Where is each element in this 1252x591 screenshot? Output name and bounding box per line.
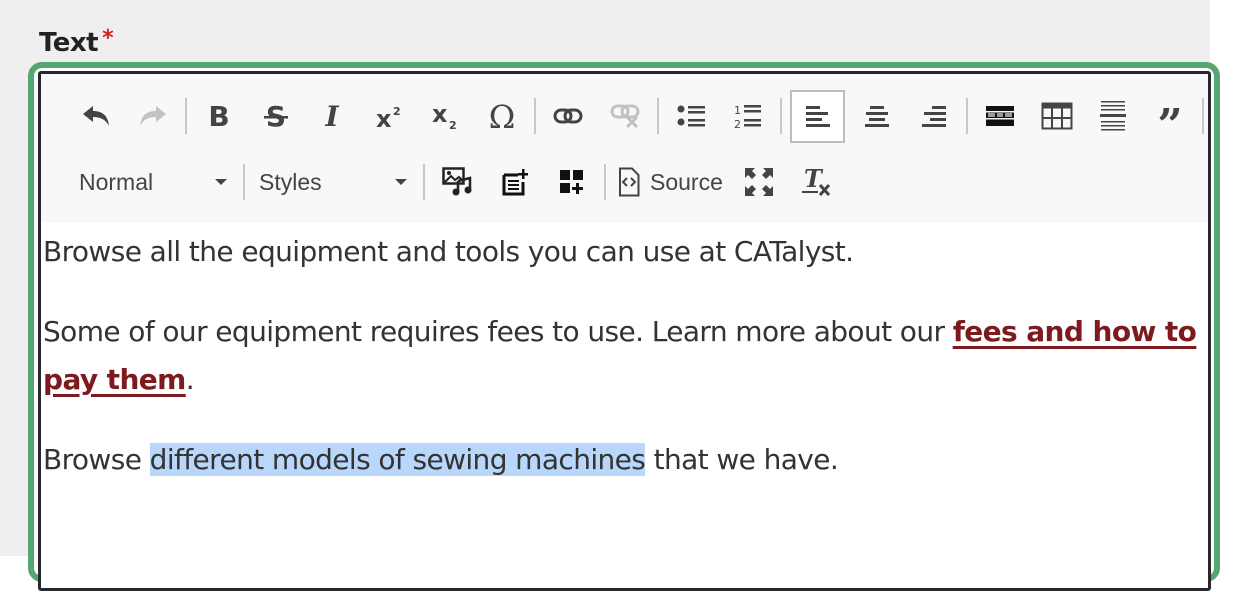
omega-icon: Ω [489,101,516,131]
styles-select[interactable]: Styles [249,162,419,202]
paragraph-1: Browse all the equipment and tools you c… [43,235,854,268]
maximize-button[interactable] [734,157,784,207]
align-center-button[interactable] [852,91,902,141]
template-button[interactable] [975,91,1025,141]
toolbar-separator [243,164,245,200]
horizontal-rule-button[interactable] [1088,91,1138,141]
blockquote-icon: ” [1157,102,1182,130]
remove-format-icon: T [802,167,831,197]
svg-text:x: x [376,105,392,130]
paragraph-2-text: Some of our equipment requires fees to u… [43,315,953,348]
media-icon [441,167,471,196]
editor-content[interactable]: Browse all the equipment and tools you c… [43,228,1198,516]
toolbar-separator [780,98,783,134]
paragraph-3: Browse different models of sewing machin… [43,436,1198,484]
source-label: Source [650,168,723,195]
rich-text-editor: B S I x2 x2 Ω 1 2 ” Normal Styles Source… [38,71,1211,591]
blockquote-button[interactable]: ” [1145,91,1195,141]
italic-icon: I [325,102,340,130]
toolbar-separator [534,98,537,134]
redo-button[interactable] [128,91,178,141]
link-button[interactable] [544,91,594,141]
svg-text:2: 2 [449,119,457,130]
chevron-down-icon [215,179,227,185]
special-character-button[interactable]: Ω [477,91,527,141]
undo-button[interactable] [72,91,122,141]
selected-text: different models of sewing machines [149,443,646,476]
svg-text:”: ” [1157,102,1182,130]
table-icon [1041,102,1073,130]
svg-text:x: x [432,102,448,128]
add-grid-icon [559,170,583,194]
align-center-icon [865,106,890,127]
source-code-icon [619,167,640,197]
insert-media-button[interactable] [433,157,483,207]
source-button[interactable]: Source [610,157,731,207]
numbered-list-icon: 12 [734,104,762,129]
insert-widget-button[interactable] [547,157,597,207]
unlink-button[interactable] [600,91,650,141]
required-marker: * [102,26,114,51]
link-icon [553,108,583,124]
subscript-icon: x2 [432,102,457,130]
styles-select-value: Styles [259,168,322,195]
insert-block-button[interactable] [490,157,540,207]
bold-icon: B [209,102,230,130]
superscript-icon: x2 [376,105,401,130]
maximize-icon [745,168,774,196]
format-select[interactable]: Normal [79,162,239,202]
svg-text:1: 1 [734,104,741,117]
editor-toolbar: B S I x2 x2 Ω 1 2 ” Normal Styles Source… [41,74,1208,223]
toolbar-row-1: B S I x2 x2 Ω 1 2 ” [41,86,1208,146]
add-document-icon [502,169,528,196]
align-left-icon [805,106,830,127]
paragraph-2: Some of our equipment requires fees to u… [43,308,1198,404]
svg-text:T: T [804,167,824,193]
remove-format-button[interactable]: T [791,157,841,207]
bulleted-list-button[interactable] [667,91,717,141]
paragraph-3-end: that we have. [645,443,839,476]
toolbar-separator [1202,98,1204,134]
align-right-icon [921,106,946,127]
toolbar-separator [185,98,188,134]
strikethrough-button[interactable]: S [251,91,301,141]
paragraph-3-text: Browse [43,443,150,476]
template-icon [986,106,1015,126]
table-button[interactable] [1032,91,1082,141]
bold-button[interactable]: B [195,91,245,141]
text-field-label: Text * [39,26,114,58]
superscript-button[interactable]: x2 [364,91,414,141]
bulleted-list-icon [677,105,705,127]
toolbar-row-2: Normal Styles Source T [41,152,1208,212]
toolbar-separator [604,164,606,200]
toolbar-separator [423,164,425,200]
svg-text:Ω: Ω [489,101,516,131]
toolbar-separator [965,98,968,134]
italic-button[interactable]: I [308,91,358,141]
align-left-button[interactable] [789,89,846,143]
toolbar-separator [657,98,660,134]
unlink-icon [610,104,640,128]
label-text: Text [39,28,99,58]
svg-text:B: B [209,102,230,130]
svg-text:2: 2 [393,105,401,118]
horizontal-rule-icon [1100,101,1127,131]
redo-icon [139,106,166,126]
svg-text:I: I [325,102,340,130]
numbered-list-button[interactable]: 12 [723,91,773,141]
format-select-value: Normal [79,168,154,195]
subscript-button[interactable]: x2 [421,91,471,141]
chevron-down-icon [395,179,407,185]
svg-text:2: 2 [734,118,741,129]
align-right-button[interactable] [909,91,959,141]
strikethrough-icon: S [263,102,288,130]
paragraph-2-end: . [185,363,195,396]
undo-icon [83,106,110,126]
